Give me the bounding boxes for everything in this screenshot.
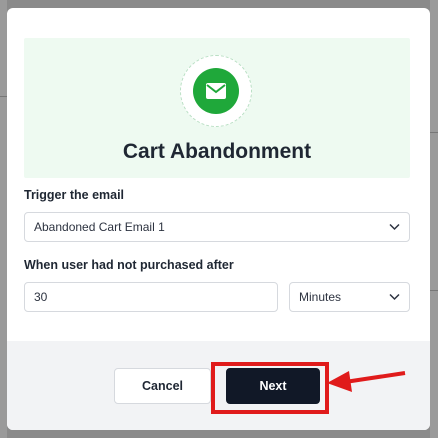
trigger-email-value: Abandoned Cart Email 1 [34,220,165,234]
background-divider [430,132,438,133]
modal-title: Cart Abandonment [122,140,312,163]
background-edge-left [0,0,7,438]
modal-hero: Cart Abandonment [24,38,410,178]
delay-value-input[interactable]: 30 [24,282,278,312]
trigger-email-label: Trigger the email [24,188,125,202]
delay-label: When user had not purchased after [24,258,234,272]
cancel-button[interactable]: Cancel [114,368,211,404]
email-icon [193,68,239,114]
trigger-email-select[interactable]: Abandoned Cart Email 1 [24,212,410,242]
background-divider [430,290,438,291]
delay-unit-select[interactable]: Minutes [289,282,410,312]
next-button-highlight [211,362,329,414]
email-icon-badge [180,55,252,127]
background-divider [0,96,7,97]
delay-unit-value: Minutes [299,290,342,304]
chevron-down-icon [389,293,400,301]
arrow-left-icon [327,371,406,392]
chevron-down-icon [389,223,400,231]
background-edge-right [430,0,438,438]
